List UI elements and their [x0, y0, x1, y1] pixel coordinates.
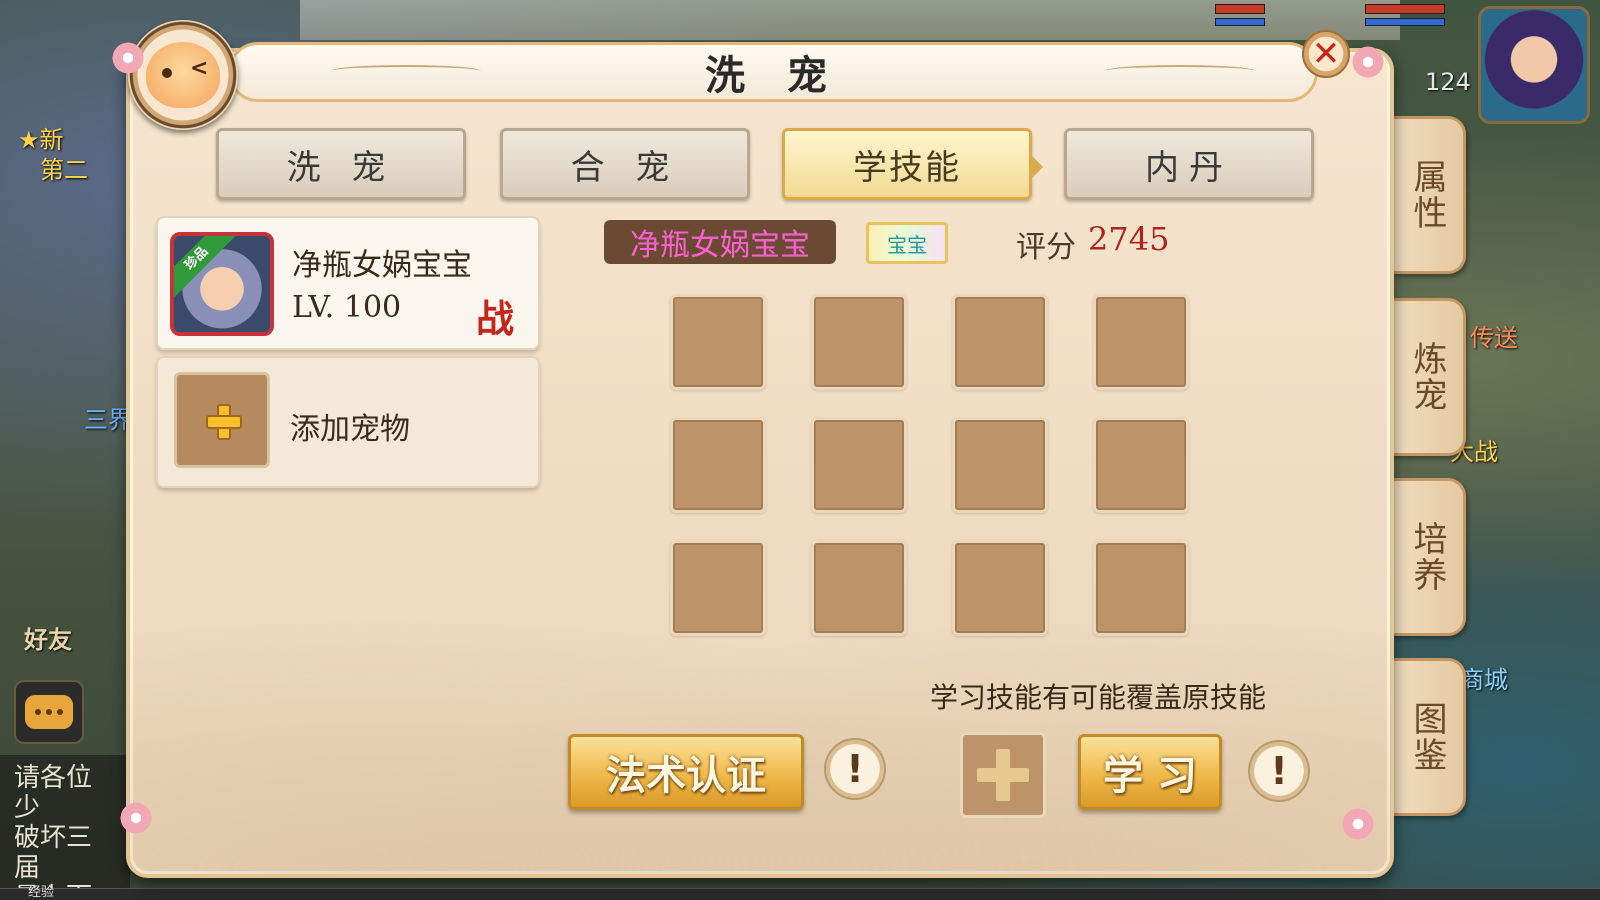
- skill-slot[interactable]: [811, 417, 907, 513]
- chat-log[interactable]: 请各位少 破坏三届 量力而行: [0, 755, 130, 900]
- skill-slot[interactable]: [670, 294, 766, 390]
- friends-label: 好友: [24, 626, 72, 654]
- chat-line: 请各位少: [14, 763, 93, 823]
- pet-avatar: 珍品: [170, 232, 274, 336]
- decor-flower: [1340, 806, 1376, 842]
- learn-button[interactable]: 学 习: [1078, 734, 1222, 810]
- skill-slot[interactable]: [952, 294, 1048, 390]
- pet-type-tag: 宝宝: [866, 222, 948, 264]
- scene-text: 商城: [1460, 666, 1508, 694]
- learn-info-button[interactable]: !: [1248, 740, 1310, 802]
- title-swirl-left: [331, 65, 481, 77]
- decor-flower: [1350, 44, 1386, 80]
- side-tab-handbook[interactable]: 图鉴: [1392, 658, 1466, 816]
- skill-slot[interactable]: [1093, 540, 1189, 636]
- skill-slot[interactable]: [811, 540, 907, 636]
- add-pet-label: 添加宠物: [290, 412, 410, 447]
- exp-label: 经验: [28, 885, 55, 900]
- chat-line: 破坏三届: [14, 823, 93, 883]
- skill-slot[interactable]: [952, 417, 1048, 513]
- plus-icon: [206, 404, 242, 440]
- add-pet-card[interactable]: 添加宠物: [156, 356, 540, 488]
- pet-level: LV. 100: [292, 290, 401, 325]
- scene-text: 第二: [40, 156, 88, 184]
- skill-slot[interactable]: [670, 417, 766, 513]
- player-avatar[interactable]: [1478, 6, 1590, 124]
- skill-slot[interactable]: [1093, 417, 1189, 513]
- title-swirl-right: [1105, 65, 1255, 77]
- chat-button[interactable]: [14, 680, 84, 744]
- plus-icon: [977, 749, 1029, 801]
- close-button[interactable]: ✕: [1302, 30, 1350, 78]
- mascot-face: [146, 42, 220, 108]
- rarity-ribbon: 珍品: [174, 236, 237, 299]
- tab-inner-core[interactable]: 内丹: [1064, 128, 1314, 200]
- tab-learn-skill[interactable]: 学技能: [782, 128, 1043, 200]
- player-level: 124: [1425, 68, 1471, 96]
- skill-slot[interactable]: [952, 540, 1048, 636]
- dialog-title-bar: 洗 宠: [228, 42, 1318, 102]
- pet-level-prefix: LV.: [292, 290, 335, 325]
- skill-slot[interactable]: [670, 540, 766, 636]
- side-tab-attributes[interactable]: 属性: [1392, 116, 1466, 274]
- pet-level-value: 100: [343, 290, 402, 325]
- pet-hp-bar: [1215, 4, 1265, 14]
- player-mp-bar: [1365, 18, 1445, 26]
- decor-flower: [118, 800, 154, 836]
- exp-bar: [0, 888, 1600, 900]
- tab-wash-pet[interactable]: 洗 宠: [216, 128, 466, 200]
- tab-merge-pet[interactable]: 合 宠: [500, 128, 750, 200]
- scene-text: 三界: [84, 406, 132, 434]
- skill-slot[interactable]: [1093, 294, 1189, 390]
- player-hp-bar: [1365, 4, 1445, 14]
- pet-name-badge: 净瓶女娲宝宝: [604, 220, 836, 264]
- score-label: 评分: [1016, 230, 1076, 265]
- scene-text: 传送: [1470, 324, 1518, 352]
- decor-flower: [110, 40, 146, 76]
- pet-mp-bar: [1215, 18, 1265, 26]
- learn-skill-hint: 学习技能有可能覆盖原技能: [930, 681, 1267, 714]
- chat-bubble-icon: [25, 695, 73, 729]
- spell-certify-button[interactable]: 法术认证: [568, 734, 804, 810]
- skill-book-slot[interactable]: [960, 732, 1046, 818]
- friends-button[interactable]: 好友: [8, 585, 88, 655]
- battle-status-mark: 战: [476, 296, 515, 341]
- pet-name: 净瓶女娲宝宝: [292, 248, 472, 283]
- certify-info-button[interactable]: !: [824, 738, 886, 800]
- side-tab-refine-pet[interactable]: 炼宠: [1392, 298, 1466, 456]
- pet-mascot-icon: [128, 20, 238, 130]
- score-value: 2745: [1088, 220, 1170, 258]
- add-pet-slot[interactable]: [174, 372, 270, 468]
- dialog-title: 洗 宠: [705, 52, 841, 99]
- side-tab-cultivate[interactable]: 培养: [1392, 478, 1466, 636]
- selected-pet-card[interactable]: 珍品 净瓶女娲宝宝 LV. 100 战: [156, 216, 540, 350]
- skill-slot[interactable]: [811, 294, 907, 390]
